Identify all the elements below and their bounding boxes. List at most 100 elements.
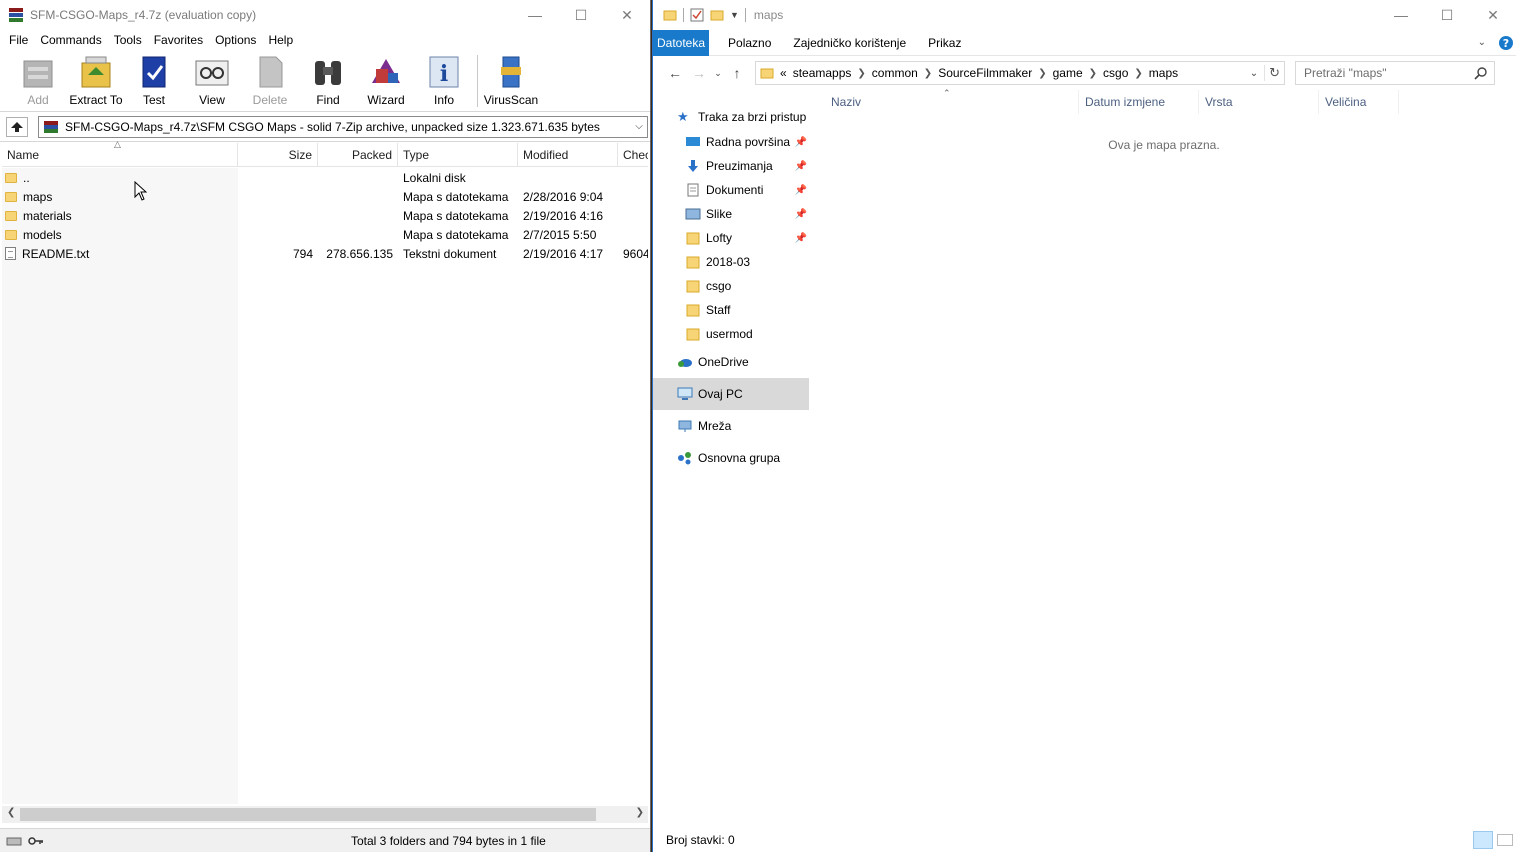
minimize-button[interactable]: — [512, 0, 558, 30]
chevron-down-icon[interactable]: ▼ [730, 10, 739, 20]
folder-icon [686, 280, 700, 293]
nav-staff[interactable]: Staff [653, 298, 809, 322]
help-icon[interactable]: ? [1498, 35, 1514, 51]
chevron-right-icon[interactable]: ❯ [857, 68, 865, 79]
name-column-background [2, 168, 238, 804]
menu-options[interactable]: Options [209, 33, 262, 47]
nav-usermod[interactable]: usermod [653, 322, 809, 346]
tab-view[interactable]: Prikaz [917, 30, 972, 56]
nav-pictures[interactable]: Slike 📌 [653, 202, 809, 226]
menu-tools[interactable]: Tools [108, 33, 148, 47]
menu-file[interactable]: File [3, 33, 34, 47]
nav-documents[interactable]: Dokumenti 📌 [653, 178, 809, 202]
add-button[interactable]: Add [9, 53, 67, 107]
properties-icon[interactable] [690, 8, 704, 22]
info-button[interactable]: i Info [415, 53, 473, 107]
nav-downloads[interactable]: Preuzimanja 📌 [653, 154, 809, 178]
column-date-modified[interactable]: Datum izmjene [1079, 90, 1199, 114]
wizard-button[interactable]: Wizard [357, 53, 415, 107]
chevron-down-icon[interactable]: ⌄ [1478, 37, 1486, 48]
chevron-down-icon[interactable]: ⌵ [631, 121, 647, 132]
nav-quick-access[interactable]: ★ Traka za brzi pristup [653, 104, 809, 130]
breadcrumb-sourcefilmmaker[interactable]: SourceFilmmaker [932, 66, 1038, 80]
chevron-right-icon[interactable]: ❯ [1089, 68, 1097, 79]
new-folder-icon[interactable] [710, 8, 724, 22]
search-input[interactable]: Pretraži "maps" [1295, 61, 1495, 85]
address-bar[interactable]: « steamapps ❯ common ❯ SourceFilmmaker ❯… [755, 61, 1285, 85]
pin-icon[interactable]: 📌 [795, 137, 807, 148]
large-icons-view-icon[interactable] [1497, 834, 1513, 846]
column-size[interactable]: Size [238, 143, 318, 166]
pin-icon[interactable]: 📌 [795, 209, 807, 220]
view-button[interactable]: View [183, 53, 241, 107]
details-view-icon[interactable] [1473, 831, 1493, 849]
wizard-icon [372, 59, 400, 83]
nav-desktop[interactable]: Radna površina 📌 [653, 130, 809, 154]
file-list: .. Lokalni disk maps Mapa s datotekama 2… [2, 168, 648, 263]
column-packed[interactable]: Packed [318, 143, 398, 166]
horizontal-scrollbar[interactable]: ❮ ❯ [2, 806, 648, 823]
column-name[interactable]: Naziv ⌃ [825, 88, 1079, 114]
breadcrumb-steamapps[interactable]: steamapps [793, 66, 858, 80]
chevron-right-icon[interactable]: ❯ [1134, 68, 1142, 79]
find-button[interactable]: Find [299, 53, 357, 107]
nav-lofty[interactable]: Lofty 📌 [653, 226, 809, 250]
archive-path-combo[interactable]: SFM-CSGO-Maps_r4.7z\SFM CSGO Maps - soli… [38, 115, 648, 138]
nav-network[interactable]: Mreža [653, 410, 809, 442]
extract-to-button[interactable]: Extract To [67, 53, 125, 107]
close-button[interactable]: ✕ [604, 0, 650, 30]
virusscan-button[interactable]: VirusScan [482, 53, 540, 107]
pin-icon[interactable]: 📌 [795, 161, 807, 172]
chevron-right-icon[interactable]: ❯ [924, 68, 932, 79]
maximize-button[interactable]: ☐ [558, 0, 604, 30]
menu-favorites[interactable]: Favorites [148, 33, 209, 47]
nav-csgo[interactable]: csgo [653, 274, 809, 298]
tab-share[interactable]: Zajedničko korištenje [782, 30, 917, 56]
up-arrow-icon[interactable]: ↑ [725, 65, 749, 81]
nav-homegroup[interactable]: Osnovna grupa [653, 442, 809, 474]
nav-this-pc[interactable]: Ovaj PC [653, 378, 809, 410]
column-size[interactable]: Veličina [1319, 90, 1399, 114]
table-row[interactable]: materials Mapa s datotekama 2/19/2016 4:… [2, 206, 648, 225]
nav-2018-03[interactable]: 2018-03 [653, 250, 809, 274]
breadcrumb-overflow[interactable]: « [774, 66, 793, 80]
close-button[interactable]: ✕ [1470, 0, 1516, 30]
breadcrumb-game[interactable]: game [1047, 66, 1089, 80]
table-row[interactable]: maps Mapa s datotekama 2/28/2016 9:04 [2, 187, 648, 206]
refresh-icon[interactable]: ↻ [1264, 65, 1284, 81]
table-row[interactable]: models Mapa s datotekama 2/7/2015 5:50 [2, 225, 648, 244]
delete-button[interactable]: Delete [241, 53, 299, 107]
column-checksum[interactable]: Chec [618, 143, 648, 166]
key-icon[interactable] [28, 835, 44, 847]
chevron-down-icon[interactable]: ⌄ [1244, 68, 1264, 79]
maximize-button[interactable]: ☐ [1424, 0, 1470, 30]
pin-icon[interactable]: 📌 [795, 185, 807, 196]
breadcrumb-common[interactable]: common [866, 66, 924, 80]
column-type[interactable]: Type [398, 143, 518, 166]
minimize-button[interactable]: — [1378, 0, 1424, 30]
search-icon[interactable] [1474, 66, 1488, 80]
chevron-right-icon[interactable]: ❯ [1038, 68, 1046, 79]
pin-icon[interactable]: 📌 [795, 233, 807, 244]
column-name[interactable]: Name △ [2, 139, 238, 166]
column-type[interactable]: Vrsta [1199, 90, 1319, 114]
column-modified[interactable]: Modified [518, 143, 618, 166]
recent-locations-icon[interactable]: ⌄ [711, 68, 725, 79]
status-text: Total 3 folders and 794 bytes in 1 file [351, 833, 546, 848]
tab-file[interactable]: Datoteka [653, 29, 710, 56]
scrollbar-thumb[interactable] [20, 808, 596, 821]
back-arrow-icon[interactable]: ← [663, 65, 687, 81]
menu-help[interactable]: Help [262, 33, 299, 47]
forward-arrow-icon[interactable]: → [687, 65, 711, 81]
nav-onedrive[interactable]: OneDrive [653, 346, 809, 378]
table-row[interactable]: .. Lokalni disk [2, 168, 648, 187]
up-folder-button[interactable] [6, 116, 28, 137]
tab-home[interactable]: Polazno [717, 30, 782, 56]
table-row[interactable]: README.txt 794 278.656.135 Tekstni dokum… [2, 244, 648, 263]
menu-commands[interactable]: Commands [34, 33, 107, 47]
test-button[interactable]: Test [125, 53, 183, 107]
scroll-right-icon[interactable]: ❯ [636, 807, 644, 818]
breadcrumb-maps[interactable]: maps [1143, 66, 1184, 80]
scroll-left-icon[interactable]: ❮ [7, 807, 15, 818]
breadcrumb-csgo[interactable]: csgo [1097, 66, 1134, 80]
